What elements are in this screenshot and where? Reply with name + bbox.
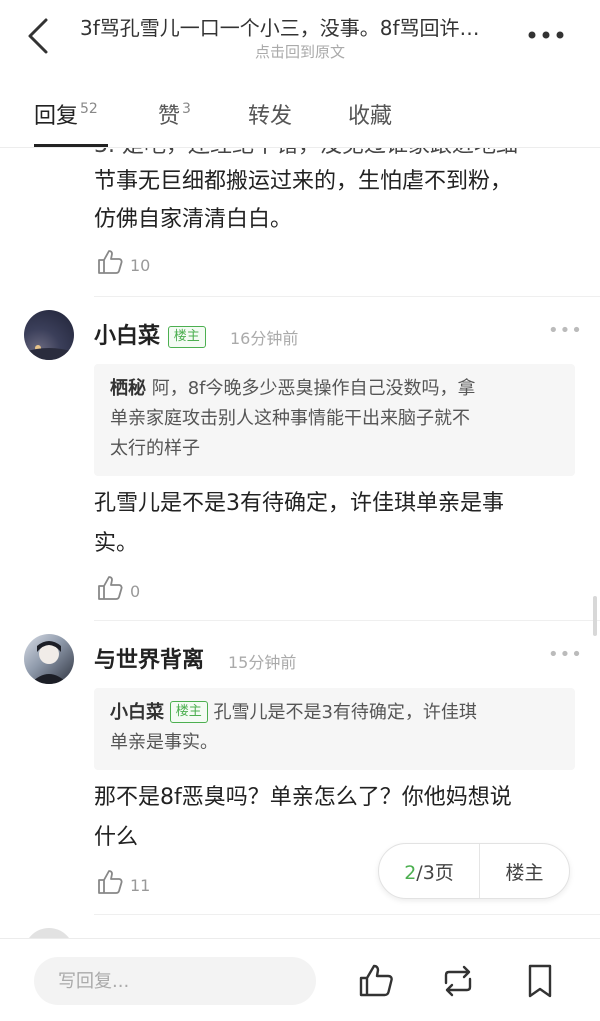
comment-like-count: 0 — [130, 581, 141, 601]
comment-text-line1: 那不是8f恶臭吗？单亲怎么了？你他妈想说 — [94, 785, 512, 810]
tab-likes-count: 3 — [182, 101, 191, 117]
comment-like-button[interactable]: 0 — [96, 574, 140, 602]
thumbs-up-icon — [98, 870, 123, 894]
tab-reposts[interactable]: 转发 — [248, 98, 292, 130]
quote-author: 小白菜 — [110, 702, 164, 723]
top-bar: 3f骂孔雪儿一口一个小三，没事。8f骂回许… 点击回到原文 — [0, 0, 600, 72]
thumbs-up-icon — [98, 250, 123, 274]
comment-username[interactable]: 与世界背离 — [94, 642, 204, 674]
quote-text-line1: 阿，8f今晚多少恶臭操作自己没数吗，拿 — [151, 378, 476, 399]
tab-likes[interactable]: 赞3 — [158, 98, 191, 130]
thumbs-up-icon — [98, 576, 123, 600]
bookmark-icon[interactable] — [520, 961, 560, 1001]
comment-timestamp: 16分钟前 — [230, 329, 299, 348]
avatar[interactable] — [24, 634, 74, 684]
comment-like-count: 11 — [130, 875, 151, 895]
avatar[interactable] — [24, 310, 74, 360]
divider — [94, 620, 600, 621]
partial-comment-text-line1: 节事无巨细都搬运过来的，生怕虐不到粉， — [94, 169, 513, 194]
tab-likes-label: 赞 — [158, 104, 181, 129]
only-op-button[interactable]: 楼主 — [480, 858, 569, 885]
scrollbar[interactable] — [593, 596, 597, 636]
tab-reposts-label: 转发 — [248, 104, 293, 129]
thumbs-up-icon[interactable] — [356, 961, 396, 1001]
bottom-action-bar — [0, 938, 600, 1021]
divider — [94, 914, 600, 915]
tab-favorites-label: 收藏 — [348, 104, 393, 129]
repost-icon[interactable] — [438, 961, 478, 1001]
quoted-reply[interactable]: 小白菜 楼主 孔雪儿是不是3有待确定，许佳琪 单亲是事实。 — [94, 688, 575, 770]
thread-title[interactable]: 3f骂孔雪儿一口一个小三，没事。8f骂回许… — [80, 12, 510, 41]
quote-text-line2: 单亲家庭攻击别人这种事情能干出来脑子就不 — [110, 408, 470, 429]
comment-more-icon[interactable]: ••• — [548, 320, 583, 341]
quote-text-line3: 太行的样子 — [110, 438, 200, 459]
quoted-reply[interactable]: 栖秘 阿，8f今晚多少恶臭操作自己没数吗，拿 单亲家庭攻击别人这种事情能干出来脑… — [94, 364, 575, 476]
op-badge: 楼主 — [167, 326, 206, 348]
tab-replies[interactable]: 回复 52 — [34, 98, 98, 130]
comment-username[interactable]: 小白菜 楼主 — [94, 318, 206, 350]
partial-comment-text-line2: 仿佛自家清清白白。 — [94, 207, 293, 232]
comment-like-button[interactable]: 11 — [96, 868, 150, 896]
reply-input[interactable] — [34, 957, 316, 1005]
reply-list[interactable]: 3. 是吧，还经纪不错，没见过谁家跟进地细 节事无巨细都搬运过来的，生怕虐不到粉… — [0, 148, 600, 938]
comment-more-icon[interactable]: ••• — [548, 644, 583, 665]
page-total: /3页 — [416, 861, 454, 884]
partial-comment-like-count: 10 — [130, 255, 151, 275]
tab-favorites[interactable]: 收藏 — [348, 98, 392, 130]
comment-text-line2: 实。 — [94, 531, 139, 556]
quote-text-line2: 单亲是事实。 — [110, 732, 218, 753]
tab-replies-count: 52 — [80, 101, 98, 117]
op-badge: 楼主 — [169, 701, 208, 723]
current-page: 2 — [404, 861, 417, 884]
quote-text-line1: 孔雪儿是不是3有待确定，许佳琪 — [213, 702, 477, 723]
avatar[interactable] — [24, 928, 74, 938]
username-text: 小白菜 — [94, 324, 161, 349]
page-navigator: 2/3页 楼主 — [378, 843, 570, 899]
active-tab-indicator — [34, 144, 108, 147]
tab-replies-label: 回复 — [34, 104, 79, 129]
tab-bar: 回复 52 赞3 转发 收藏 — [0, 72, 600, 148]
quote-author: 栖秘 — [110, 378, 146, 399]
partial-comment-like-button[interactable]: 10 — [96, 248, 150, 276]
more-options-icon[interactable] — [526, 20, 566, 50]
page-indicator-button[interactable]: 2/3页 — [379, 858, 479, 885]
comment-text-line1: 孔雪儿是不是3有待确定，许佳琪单亲是事 — [94, 491, 504, 516]
back-to-original-link[interactable]: 点击回到原文 — [0, 41, 600, 62]
divider — [94, 296, 600, 297]
comment-timestamp: 15分钟前 — [228, 653, 297, 672]
